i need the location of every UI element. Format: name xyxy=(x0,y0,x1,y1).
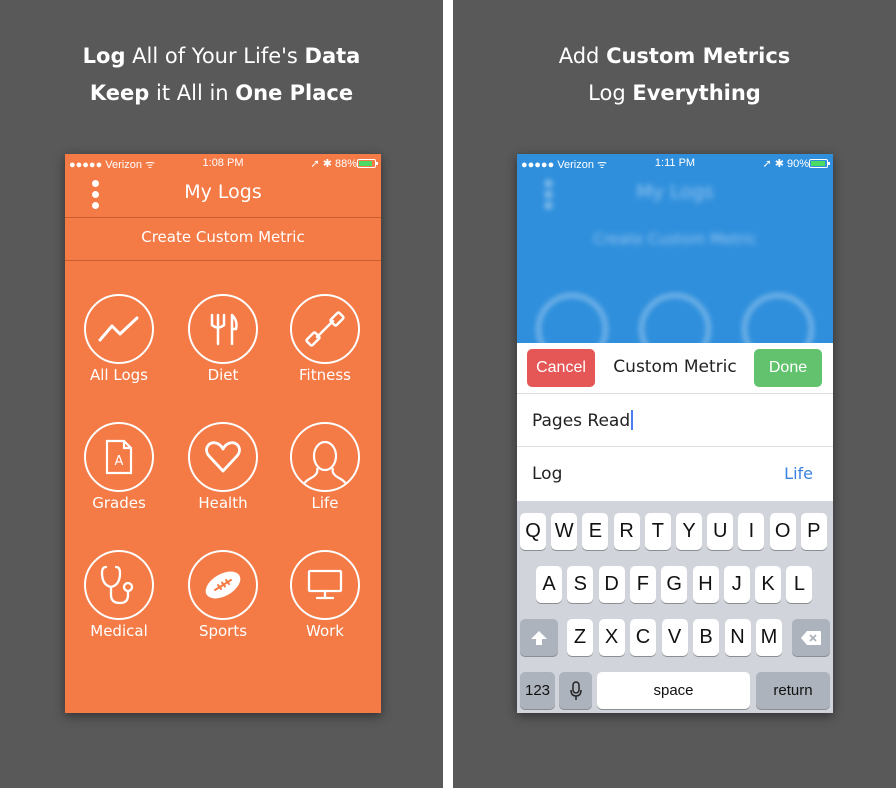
category-all-logs[interactable]: All Logs xyxy=(67,294,171,384)
category-grades[interactable]: A Grades xyxy=(67,422,171,512)
log-label: Log xyxy=(532,464,563,484)
key-v[interactable]: V xyxy=(661,619,688,656)
key-c[interactable]: C xyxy=(630,619,656,656)
caption-run: Everything xyxy=(632,81,761,105)
category-diet[interactable]: Diet xyxy=(171,294,275,384)
key-p[interactable]: P xyxy=(800,513,827,550)
blurred-create-metric: Create Custom Metric xyxy=(593,230,757,248)
key-x[interactable]: X xyxy=(598,619,625,656)
person-silhouette-icon xyxy=(290,422,360,492)
caption-run: Log xyxy=(588,81,633,105)
chart-line-icon xyxy=(84,294,154,364)
key-j[interactable]: J xyxy=(723,566,750,603)
space-key[interactable]: space xyxy=(597,672,750,709)
shift-key[interactable] xyxy=(520,619,558,656)
caption-run: All of Your Life's xyxy=(125,44,305,68)
status-bar: ●●●●● Verizon ᯤ 1:08 PM ➚ ✱ 88% xyxy=(65,154,381,174)
battery-icon xyxy=(357,159,378,168)
caption-run: Add xyxy=(558,44,607,68)
create-custom-metric-button[interactable]: Create Custom Metric xyxy=(65,228,381,246)
key-t[interactable]: T xyxy=(644,513,671,550)
log-category-value: Life xyxy=(784,464,813,483)
key-z[interactable]: Z xyxy=(567,619,593,656)
status-bar: ●●●●● Verizon ᯤ 1:11 PM ➚ ✱ 90% xyxy=(517,154,833,174)
text-caret xyxy=(631,410,634,430)
caption-run: Data xyxy=(304,44,361,68)
status-right: ➚ ✱ 88% xyxy=(310,158,357,170)
svg-text:A: A xyxy=(115,454,124,469)
key-o[interactable]: O xyxy=(769,513,796,550)
right-phone-screen: My Logs Create Custom Metric ●●●●● Veriz… xyxy=(517,154,833,713)
right-promo-panel: Add Custom Metrics Log Everything My Log… xyxy=(453,0,896,788)
microphone-key[interactable] xyxy=(559,672,592,709)
dumbbell-icon xyxy=(290,294,360,364)
metric-name-value: Pages Read xyxy=(532,411,631,431)
key-e[interactable]: E xyxy=(582,513,609,550)
key-i[interactable]: I xyxy=(738,513,765,550)
key-r[interactable]: R xyxy=(613,513,640,550)
return-key[interactable]: return xyxy=(756,672,830,709)
category-sports[interactable]: Sports xyxy=(171,550,275,640)
category-health[interactable]: Health xyxy=(171,422,275,512)
key-q[interactable]: Q xyxy=(520,513,546,550)
heart-icon xyxy=(188,422,258,492)
key-h[interactable]: H xyxy=(692,566,719,603)
metric-dialog-title: Custom Metric xyxy=(613,357,737,377)
blurred-log-screen: My Logs Create Custom Metric xyxy=(517,154,833,364)
key-l[interactable]: L xyxy=(786,566,813,603)
caption-run: it All in xyxy=(149,81,236,105)
onscreen-keyboard: QWERTYUIOP ASDFGHJKL ZXCVBNM 123 space r… xyxy=(517,501,833,713)
delete-key[interactable] xyxy=(792,619,830,656)
monitor-icon xyxy=(290,550,360,620)
category-life[interactable]: Life xyxy=(273,422,377,512)
key-n[interactable]: N xyxy=(724,619,751,656)
status-right: ➚ ✱ 90% xyxy=(762,158,809,170)
key-k[interactable]: K xyxy=(755,566,782,603)
key-u[interactable]: U xyxy=(707,513,734,550)
key-m[interactable]: M xyxy=(756,619,782,656)
key-f[interactable]: F xyxy=(629,566,656,603)
log-category-selector[interactable]: Log Life xyxy=(517,447,833,501)
custom-metric-header: Cancel Custom Metric Done xyxy=(517,343,833,394)
caption-run: One Place xyxy=(235,81,354,105)
battery-icon xyxy=(809,159,830,168)
category-work[interactable]: Work xyxy=(273,550,377,640)
fork-knife-icon xyxy=(188,294,258,364)
left-caption-line2: Keep it All in One Place xyxy=(0,75,443,112)
caption-run: Custom Metrics xyxy=(606,44,791,68)
cancel-button[interactable]: Cancel xyxy=(527,349,595,387)
key-d[interactable]: D xyxy=(598,566,625,603)
done-button[interactable]: Done xyxy=(754,349,822,387)
key-w[interactable]: W xyxy=(551,513,578,550)
left-caption-line1: Log All of Your Life's Data xyxy=(0,38,443,75)
football-icon xyxy=(188,550,258,620)
caption-run: Log xyxy=(82,44,126,68)
numbers-key[interactable]: 123 xyxy=(520,672,555,709)
category-medical[interactable]: Medical xyxy=(67,550,171,640)
key-b[interactable]: B xyxy=(693,619,719,656)
stethoscope-icon xyxy=(84,550,154,620)
key-y[interactable]: Y xyxy=(676,513,702,550)
document-grade-icon: A xyxy=(84,422,154,492)
left-promo-panel: Log All of Your Life's Data Keep it All … xyxy=(0,0,443,788)
divider xyxy=(65,260,381,261)
divider xyxy=(65,217,381,218)
caption-run: Keep xyxy=(89,81,150,105)
right-caption-line1: Add Custom Metrics xyxy=(453,38,896,75)
left-phone-screen: ●●●●● Verizon ᯤ 1:08 PM ➚ ✱ 88% My Logs … xyxy=(65,154,381,713)
right-caption-line2: Log Everything xyxy=(453,75,896,112)
key-s[interactable]: S xyxy=(567,566,594,603)
metric-name-field[interactable]: Pages Read xyxy=(517,394,833,447)
page-title: My Logs xyxy=(184,181,262,203)
key-a[interactable]: A xyxy=(536,566,562,603)
category-fitness[interactable]: Fitness xyxy=(273,294,377,384)
blurred-title: My Logs xyxy=(636,181,714,203)
key-g[interactable]: G xyxy=(661,566,688,603)
